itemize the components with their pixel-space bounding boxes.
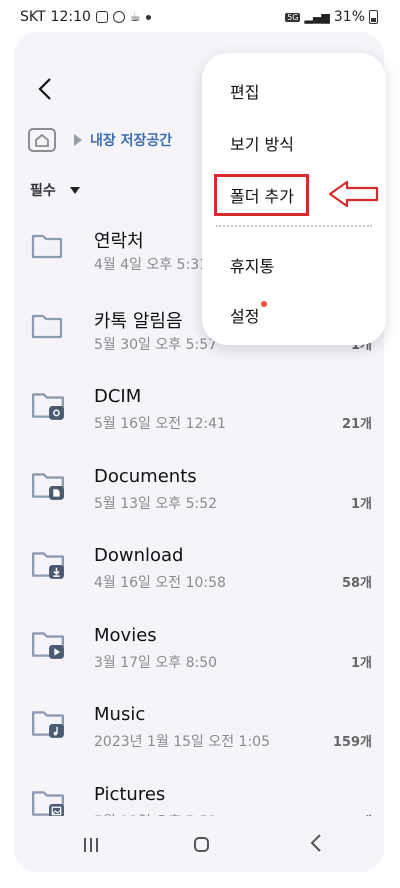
home-button[interactable] (194, 837, 209, 852)
folder-count: 1개 (350, 496, 372, 512)
back-arrow-icon (38, 78, 51, 100)
menu-item-settings[interactable]: 설정 (230, 301, 268, 327)
document-folder-icon (32, 472, 64, 500)
folder-row-movies[interactable]: Movies 3월 17일 오후 8:50 1개 (14, 615, 384, 695)
menu-item-edit[interactable]: 편집 (230, 79, 259, 103)
camera-folder-icon (32, 393, 64, 420)
folder-name: Movies (94, 624, 157, 646)
folder-name: Documents (94, 465, 197, 487)
folder-count: 1개 (350, 655, 372, 671)
menu-item-trash[interactable]: 휴지통 (230, 253, 274, 277)
movie-folder-icon (32, 631, 64, 659)
recent-apps-icon-bar (90, 838, 92, 852)
image-folder-icon (32, 790, 64, 818)
sort-selector[interactable]: 필수 (30, 180, 80, 200)
menu-item-settings-label: 설정 (230, 307, 260, 326)
network-5g-icon: 5G (285, 12, 301, 22)
folder-date: 4월 16일 오전 10:58 (94, 575, 226, 591)
folder-date: 5월 13일 오후 5:52 (94, 495, 218, 512)
clock: 12:10 (50, 9, 91, 25)
storage-home-button[interactable] (28, 128, 56, 152)
menu-item-add-folder[interactable]: 폴더 추가 (230, 183, 294, 207)
recent-apps-icon-bar (96, 838, 98, 852)
folder-icon (31, 314, 63, 338)
navigation-bar (14, 816, 384, 872)
back-button[interactable] (28, 72, 62, 106)
more-notifications-icon (145, 14, 151, 20)
folder-row-documents[interactable]: Documents 5월 13일 오후 5:52 1개 (14, 456, 384, 536)
folder-row-download[interactable]: Download 4월 16일 오전 10:58 58개 (14, 535, 384, 615)
folder-name: 카톡 알림음 (94, 310, 183, 332)
sort-label: 필수 (30, 183, 56, 199)
breadcrumb: 내장 저장공간 (28, 128, 172, 152)
settings-notification-dot (261, 301, 268, 307)
recent-apps-icon (84, 838, 86, 852)
breadcrumb-current[interactable]: 내장 저장공간 (90, 130, 172, 150)
folder-icon (31, 234, 63, 259)
smile-notification-icon (112, 11, 125, 23)
folder-date: 5월 30일 오후 5:57 (94, 336, 218, 353)
folder-name: 연락처 (94, 231, 144, 252)
battery-icon (369, 10, 378, 24)
sort-dropdown-icon (69, 186, 80, 194)
folder-name: Pictures (94, 783, 166, 805)
folder-date: 4월 4일 오후 5:31 (94, 257, 209, 273)
battery-label: 31% (333, 9, 365, 25)
folder-name: DCIM (94, 386, 142, 407)
download-folder-icon (32, 552, 64, 579)
signal-icon: ▂▄▆ (304, 10, 330, 24)
nav-back-button[interactable] (310, 833, 322, 853)
home-icon (35, 133, 49, 147)
carrier-label: SKT (20, 9, 46, 25)
folder-count: 58개 (341, 576, 372, 591)
folder-name: Music (94, 704, 146, 725)
music-folder-icon (32, 711, 64, 738)
folder-row-dcim[interactable]: DCIM 5월 16일 오전 12:41 21개 (14, 376, 384, 456)
folder-date: 5월 16일 오전 12:41 (94, 416, 226, 432)
folder-count: 21개 (341, 417, 372, 432)
folder-date: 3월 17일 오후 8:50 (94, 654, 218, 671)
menu-item-view-mode[interactable]: 보기 방식 (230, 131, 294, 155)
coffee-notification-icon: ☕ (129, 10, 141, 24)
folder-date: 2023년 1월 15일 오전 1:05 (94, 734, 270, 750)
folder-count: 159개 (332, 735, 372, 750)
annotation-arrow-icon (328, 180, 379, 208)
folder-row-music[interactable]: Music 2023년 1월 15일 오전 1:05 159개 (14, 694, 384, 774)
gallery-notification-icon (95, 11, 108, 23)
folder-name: Download (94, 545, 184, 566)
status-bar: SKT 12:10 ☕ 5G ▂▄▆ 31% (0, 0, 400, 32)
breadcrumb-separator-icon (74, 134, 82, 146)
recent-apps-button[interactable] (84, 838, 98, 852)
menu-divider (216, 225, 372, 227)
